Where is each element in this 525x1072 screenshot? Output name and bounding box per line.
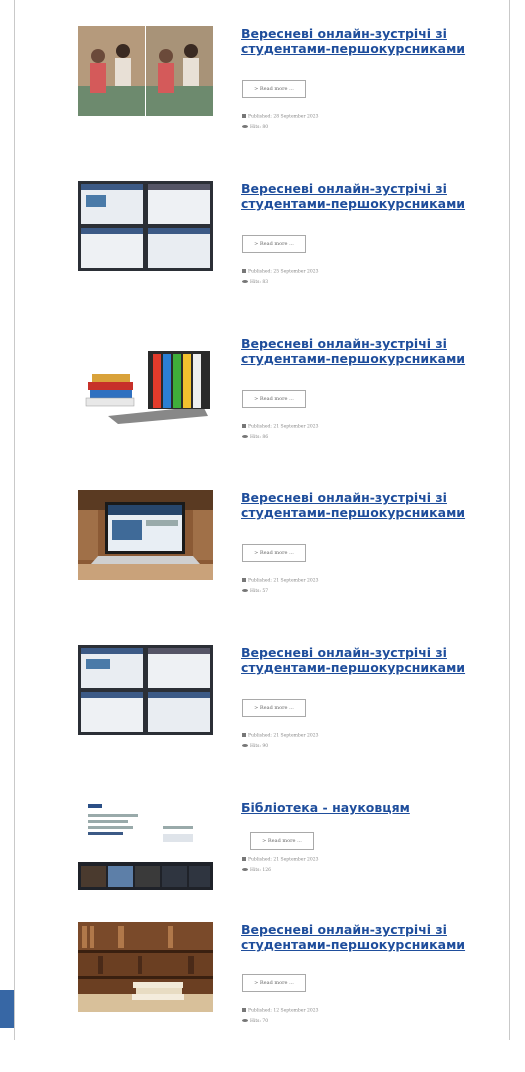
- article-item: Вересневі онлайн-зустрічі зі студентами-…: [15, 26, 509, 176]
- eye-icon: [242, 125, 248, 128]
- read-more-button[interactable]: > Read more ...: [242, 390, 306, 408]
- article-title-link[interactable]: Вересневі онлайн-зустрічі зі студентами-…: [241, 490, 481, 520]
- calendar-icon: [242, 424, 246, 428]
- published-date: Published: 12 September 2023: [242, 1008, 318, 1015]
- calendar-icon: [242, 578, 246, 582]
- published-date: Published: 21 September 2023: [242, 733, 318, 740]
- calendar-icon: [242, 269, 246, 273]
- read-more-button[interactable]: > Read more ...: [250, 832, 314, 850]
- hits-count: Hits: 126: [242, 868, 271, 874]
- hits-count: Hits: 86: [242, 435, 268, 441]
- published-date: Published: 21 September 2023: [242, 857, 318, 864]
- read-more-button[interactable]: > Read more ...: [242, 699, 306, 717]
- article-item: Вересневі онлайн-зустрічі зі студентами-…: [15, 336, 509, 486]
- hits-count: Hits: 70: [242, 1019, 268, 1025]
- hits-count: Hits: 80: [242, 125, 268, 131]
- article-title-link[interactable]: Вересневі онлайн-зустрічі зі студентами-…: [241, 181, 481, 211]
- eye-icon: [242, 868, 248, 871]
- read-more-button[interactable]: > Read more ...: [242, 544, 306, 562]
- calendar-icon: [242, 733, 246, 737]
- screen-share-icon[interactable]: [78, 800, 213, 890]
- article-item: Вересневі онлайн-зустрічі зі студентами-…: [15, 181, 509, 331]
- article-title-link[interactable]: Вересневі онлайн-зустрічі зі студентами-…: [241, 922, 481, 952]
- photo-people-icon[interactable]: [78, 26, 213, 116]
- eye-icon: [242, 744, 248, 747]
- published-date: Published: 21 September 2023: [242, 424, 318, 431]
- eye-icon: [242, 435, 248, 438]
- calendar-icon: [242, 1008, 246, 1012]
- read-more-button[interactable]: > Read more ...: [242, 80, 306, 98]
- bookshelf-icon[interactable]: [78, 922, 213, 1012]
- video-conference-icon[interactable]: [78, 181, 213, 271]
- video-conference-icon[interactable]: [78, 645, 213, 735]
- calendar-icon: [242, 114, 246, 118]
- eye-icon: [242, 1019, 248, 1022]
- article-title-link[interactable]: Вересневі онлайн-зустрічі зі студентами-…: [241, 26, 481, 56]
- read-more-button[interactable]: > Read more ...: [242, 235, 306, 253]
- published-date: Published: 28 September 2023: [242, 114, 318, 121]
- calendar-icon: [242, 857, 246, 861]
- article-title-link[interactable]: Вересневі онлайн-зустрічі зі студентами-…: [241, 645, 481, 675]
- eye-icon: [242, 280, 248, 283]
- article-item: Вересневі онлайн-зустрічі зі студентами-…: [15, 645, 509, 795]
- article-list: Вересневі онлайн-зустрічі зі студентами-…: [14, 0, 510, 1040]
- hits-count: Hits: 90: [242, 744, 268, 750]
- laptop-library-icon[interactable]: [78, 490, 213, 580]
- eye-icon: [242, 589, 248, 592]
- hits-count: Hits: 57: [242, 589, 268, 595]
- read-more-button[interactable]: > Read more ...: [242, 974, 306, 992]
- article-title-link[interactable]: Бібліотека - науковцям: [241, 800, 481, 815]
- published-date: Published: 25 September 2023: [242, 269, 318, 276]
- article-item: Вересневі онлайн-зустрічі зі студентами-…: [15, 922, 509, 1072]
- hits-count: Hits: 83: [242, 280, 268, 286]
- article-item: Вересневі онлайн-зустрічі зі студентами-…: [15, 490, 509, 640]
- published-date: Published: 21 September 2023: [242, 578, 318, 585]
- corner-accent: [0, 990, 14, 1028]
- books-laptop-icon[interactable]: [78, 336, 213, 426]
- article-title-link[interactable]: Вересневі онлайн-зустрічі зі студентами-…: [241, 336, 481, 366]
